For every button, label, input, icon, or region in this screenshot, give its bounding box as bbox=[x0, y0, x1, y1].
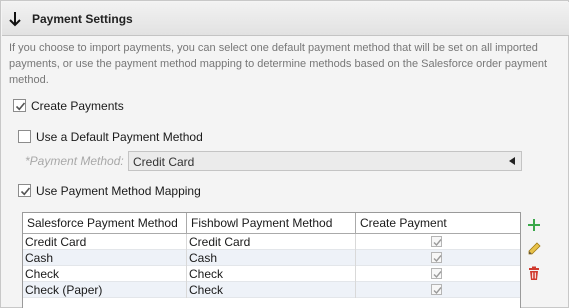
default-payment-method-checkbox[interactable] bbox=[18, 130, 31, 143]
create-payment-checkbox[interactable] bbox=[431, 236, 442, 247]
dropdown-arrow-icon[interactable] bbox=[507, 156, 517, 166]
salesforce-method-cell: Credit Card bbox=[23, 234, 187, 250]
payment-method-label: *Payment Method: bbox=[25, 154, 124, 168]
table-header: Salesforce Payment Method Fishbowl Payme… bbox=[23, 213, 520, 234]
plus-icon[interactable] bbox=[526, 217, 542, 233]
create-payment-checkbox[interactable] bbox=[431, 268, 442, 279]
section-header[interactable]: Payment Settings bbox=[2, 2, 569, 36]
default-payment-method-label: Use a Default Payment Method bbox=[36, 130, 203, 144]
create-payment-checkbox[interactable] bbox=[431, 284, 442, 295]
payment-method-mapping-label: Use Payment Method Mapping bbox=[36, 184, 201, 198]
payment-settings-panel: Payment Settings If you choose to import… bbox=[0, 0, 569, 308]
column-header-fishbowl[interactable]: Fishbowl Payment Method bbox=[187, 213, 356, 234]
column-header-create-payment[interactable]: Create Payment bbox=[356, 213, 520, 234]
pencil-icon[interactable] bbox=[526, 241, 542, 257]
salesforce-method-cell: Check (Paper) bbox=[23, 282, 187, 298]
section-title: Payment Settings bbox=[32, 12, 133, 26]
fishbowl-method-cell: Check bbox=[187, 282, 356, 298]
payment-method-mapping-checkbox[interactable] bbox=[18, 184, 31, 197]
create-payment-checkbox[interactable] bbox=[431, 252, 442, 263]
trash-icon[interactable] bbox=[526, 265, 542, 281]
payment-mapping-table: Salesforce Payment Method Fishbowl Payme… bbox=[22, 212, 521, 308]
section-description: If you choose to import payments, you ca… bbox=[9, 42, 548, 86]
fishbowl-method-cell: Credit Card bbox=[187, 234, 356, 250]
payment-method-value: Credit Card bbox=[133, 155, 195, 169]
fishbowl-method-cell: Cash bbox=[187, 250, 356, 266]
payment-method-select[interactable]: Credit Card bbox=[128, 151, 522, 171]
create-payments-label: Create Payments bbox=[31, 99, 124, 113]
table-row[interactable]: Check Check bbox=[23, 266, 520, 282]
salesforce-method-cell: Cash bbox=[23, 250, 187, 266]
table-row[interactable]: Cash Cash bbox=[23, 250, 520, 266]
collapse-arrow-icon[interactable] bbox=[8, 11, 22, 27]
fishbowl-method-cell: Check bbox=[187, 266, 356, 282]
column-header-salesforce[interactable]: Salesforce Payment Method bbox=[23, 213, 187, 234]
table-row[interactable]: Check (Paper) Check bbox=[23, 282, 520, 298]
table-row[interactable]: Credit Card Credit Card bbox=[23, 234, 520, 250]
salesforce-method-cell: Check bbox=[23, 266, 187, 282]
create-payments-checkbox[interactable] bbox=[13, 99, 26, 112]
